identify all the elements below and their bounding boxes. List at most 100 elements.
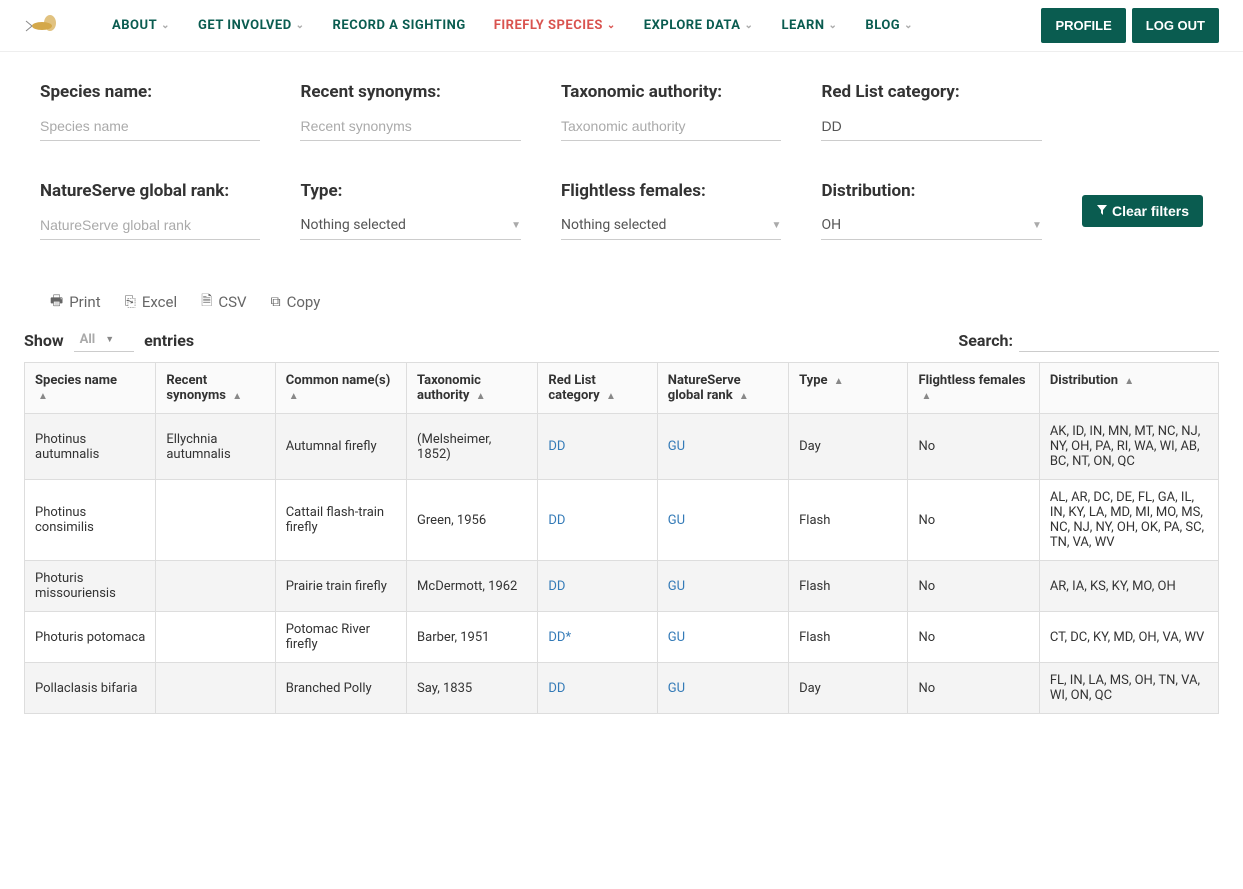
table-cell: GU (657, 414, 788, 480)
cell-link[interactable]: GU (668, 681, 685, 696)
entries-label: entries (144, 331, 194, 350)
print-icon: 🖶 (50, 290, 63, 314)
nav-item-get-involved[interactable]: GET INVOLVED⌄ (198, 18, 305, 33)
table-cell: DD (538, 480, 657, 561)
table-cell: Photinus consimilis (25, 480, 156, 561)
cell-link[interactable]: GU (668, 439, 685, 454)
column-header[interactable]: Type ▲ (789, 363, 908, 414)
show-entries: Show All ▼ entries (24, 328, 194, 352)
filter-icon (1096, 203, 1108, 219)
copy-button[interactable]: ⧉Copy (271, 290, 321, 314)
cell-link[interactable]: DD (548, 439, 565, 454)
table-cell (156, 561, 275, 612)
column-header[interactable]: Flightless females ▲ (908, 363, 1039, 414)
table-row: Photinus consimilisCattail flash-train f… (25, 480, 1219, 561)
chevron-down-icon: ⌄ (829, 20, 838, 31)
table-cell: Prairie train firefly (275, 561, 406, 612)
column-header[interactable]: Red List category ▲ (538, 363, 657, 414)
column-label: Recent synonyms (166, 373, 226, 403)
sort-caret-icon: ▲ (739, 391, 749, 402)
table-cell: McDermott, 1962 (407, 561, 538, 612)
table-head: Species name ▲Recent synonyms ▲Common na… (25, 363, 1219, 414)
column-header[interactable]: Common name(s) ▲ (275, 363, 406, 414)
nav-label: EXPLORE DATA (644, 18, 741, 33)
table-cell: Barber, 1951 (407, 612, 538, 663)
nav-item-record-a-sighting[interactable]: RECORD A SIGHTING (333, 18, 466, 33)
table-cell: GU (657, 480, 788, 561)
sort-caret-icon: ▲ (476, 391, 486, 402)
nav-item-blog[interactable]: BLOG⌄ (865, 18, 913, 33)
table-cell: Photuris potomaca (25, 612, 156, 663)
table-cell: Branched Polly (275, 663, 406, 714)
print-label: Print (69, 293, 100, 311)
table-cell: Day (789, 414, 908, 480)
table-cell (156, 480, 275, 561)
nav-item-about[interactable]: ABOUT⌄ (112, 18, 170, 33)
cell-link[interactable]: GU (668, 579, 685, 594)
cell-link[interactable]: GU (668, 513, 685, 528)
column-header[interactable]: NatureServe global rank ▲ (657, 363, 788, 414)
natureserve-input[interactable] (40, 211, 260, 240)
table-cell (156, 612, 275, 663)
clear-filters-button[interactable]: Clear filters (1082, 195, 1203, 227)
table-cell: GU (657, 612, 788, 663)
table-cell: Say, 1835 (407, 663, 538, 714)
column-header[interactable]: Taxonomic authority ▲ (407, 363, 538, 414)
sort-caret-icon: ▲ (1124, 376, 1134, 387)
type-select[interactable]: Nothing selected ▼ (300, 211, 520, 240)
cell-link[interactable]: DD* (548, 630, 571, 645)
nav-item-explore-data[interactable]: EXPLORE DATA ⌄ (644, 18, 754, 33)
table-row: Photuris potomacaPotomac River fireflyBa… (25, 612, 1219, 663)
red-list-input[interactable] (821, 112, 1042, 141)
csv-button[interactable]: 🗎CSV (201, 290, 247, 314)
table-cell: No (908, 663, 1039, 714)
column-header[interactable]: Species name ▲ (25, 363, 156, 414)
species-name-input[interactable] (40, 112, 260, 141)
nav-label: ABOUT (112, 18, 157, 33)
chevron-down-icon: ⌄ (745, 20, 754, 31)
search-label: Search: (958, 331, 1013, 350)
excel-button[interactable]: ⎘Excel (125, 290, 177, 314)
filter-type: Type: Nothing selected ▼ (300, 181, 520, 240)
cell-link[interactable]: DD (548, 681, 565, 696)
cell-link[interactable]: GU (668, 630, 685, 645)
filter-flightless: Flightless females: Nothing selected ▼ (561, 181, 781, 240)
logout-button[interactable]: LOG OUT (1132, 8, 1219, 43)
filter-label: Species name: (40, 82, 260, 102)
table-cell: Day (789, 663, 908, 714)
chevron-down-icon: ⌄ (607, 20, 616, 31)
flightless-select[interactable]: Nothing selected ▼ (561, 211, 781, 240)
logo[interactable] (24, 11, 64, 41)
table-cell: (Melsheimer, 1852) (407, 414, 538, 480)
entries-select[interactable]: All ▼ (74, 328, 135, 352)
table-cell: No (908, 612, 1039, 663)
csv-icon: 🗎 (201, 290, 212, 314)
nav-item-learn[interactable]: LEARN ⌄ (781, 18, 837, 33)
column-header[interactable]: Recent synonyms ▲ (156, 363, 275, 414)
filters-panel: Species name: Recent synonyms: Taxonomic… (0, 52, 1243, 250)
search-wrap: Search: (958, 328, 1219, 352)
print-button[interactable]: 🖶 Print (50, 290, 101, 314)
profile-button[interactable]: PROFILE (1041, 8, 1125, 43)
cell-link[interactable]: DD (548, 579, 565, 594)
nav-label: GET INVOLVED (198, 18, 292, 33)
filter-label: Red List category: (821, 82, 1042, 102)
table-cell: CT, DC, KY, MD, OH, VA, WV (1039, 612, 1218, 663)
cell-link[interactable]: DD (548, 513, 565, 528)
distribution-select[interactable]: OH ▼ (821, 211, 1042, 240)
caret-down-icon: ▼ (511, 220, 521, 231)
table-cell: DD (538, 663, 657, 714)
nav-item-firefly-species[interactable]: FIREFLY SPECIES⌄ (494, 18, 616, 33)
column-header[interactable]: Distribution ▲ (1039, 363, 1218, 414)
taxonomic-authority-input[interactable] (561, 112, 781, 141)
table-cell: No (908, 480, 1039, 561)
nav-label: BLOG (865, 18, 900, 33)
table-cell: DD* (538, 612, 657, 663)
table-cell: GU (657, 663, 788, 714)
recent-synonyms-input[interactable] (300, 112, 520, 141)
search-input[interactable] (1019, 328, 1219, 352)
filter-recent-synonyms: Recent synonyms: (300, 82, 520, 141)
select-value: Nothing selected (561, 217, 666, 233)
column-label: Species name (35, 373, 117, 388)
nav-label: LEARN (781, 18, 824, 33)
